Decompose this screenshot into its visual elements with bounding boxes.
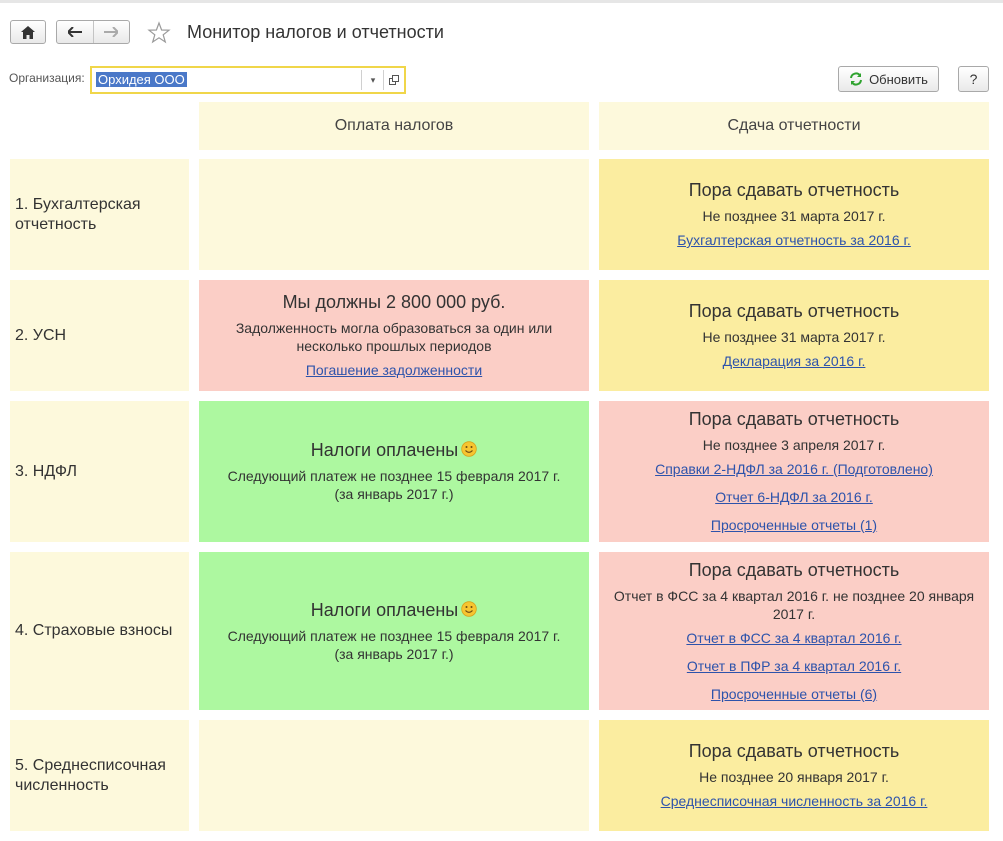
overdue-reports-link[interactable]: Просроченные отчеты (6) [711,685,877,703]
organization-label: Организация: [9,71,85,85]
organization-field[interactable]: Орхидея ООО ▾ [90,66,406,94]
tax-status-line: Налоги оплачены [311,600,478,621]
report-deadline: Не позднее 3 апреля 2017 г. [702,437,886,453]
refresh-button[interactable]: Обновить [838,66,939,92]
report-link-declaration-2016[interactable]: Декларация за 2016 г. [723,352,866,370]
report-deadline: Не позднее 20 января 2017 г. [699,769,889,785]
row-label-headcount: 5. Среднесписочная численность [10,720,189,831]
report-status: Пора сдавать отчетность [688,409,900,429]
help-button[interactable]: ? [958,66,989,92]
field-divider [361,70,362,90]
tax-status-line: Налоги оплачены [311,440,478,461]
window-top-border [0,0,1003,3]
open-icon[interactable] [387,72,401,88]
smiley-icon [461,441,477,457]
report-status: Пора сдавать отчетность [688,741,900,761]
row-label-usn: 2. УСН [10,280,189,391]
favorite-star-button[interactable] [147,21,171,45]
report-status: Пора сдавать отчетность [688,559,900,580]
arrow-left-icon [67,27,82,37]
report-link-pfr[interactable]: Отчет в ПФР за 4 квартал 2016 г. [687,657,901,675]
star-icon [147,21,171,44]
reports-cell-usn: Пора сдавать отчетность Не позднее 31 ма… [599,280,989,391]
arrow-right-icon [104,27,119,37]
report-deadline: Не позднее 31 марта 2017 г. [702,208,886,224]
page-title: Монитор налогов и отчетности [187,22,444,42]
report-status: Пора сдавать отчетность [688,180,900,200]
back-button[interactable] [57,21,93,43]
taxes-cell-accounting [199,159,589,270]
report-link-headcount-2016[interactable]: Среднесписочная численность за 2016 г. [661,792,928,810]
reports-cell-ndfl: Пора сдавать отчетность Не позднее 3 апр… [599,401,989,542]
tax-note: Следующий платеж не позднее 15 февраля 2… [227,627,561,662]
report-status: Пора сдавать отчетность [688,301,900,321]
report-deadline: Не позднее 31 марта 2017 г. [702,329,886,345]
reports-cell-insurance: Пора сдавать отчетность Отчет в ФСС за 4… [599,552,989,710]
home-icon [21,25,35,39]
tax-status: Мы должны 2 800 000 руб. [282,292,506,312]
tax-note: Следующий платеж не позднее 15 февраля 2… [227,468,561,502]
row-label-accounting: 1. Бухгалтерская отчетность [10,159,189,270]
forward-button[interactable] [92,21,130,43]
report-link-6ndfl[interactable]: Отчет 6-НДФЛ за 2016 г. [715,488,873,506]
overdue-reports-link[interactable]: Просроченные отчеты (1) [711,516,877,534]
smiley-icon [461,600,477,617]
column-header-taxes: Оплата налогов [199,102,589,150]
home-button[interactable] [10,20,46,44]
row-label-insurance: 4. Страховые взносы [10,552,189,710]
column-header-reports: Сдача отчетности [599,102,989,150]
report-link-accounting-2016[interactable]: Бухгалтерская отчетность за 2016 г. [677,231,911,249]
report-deadline: Отчет в ФСС за 4 квартал 2016 г. не позд… [613,587,975,622]
taxes-cell-headcount [199,720,589,831]
taxes-cell-ndfl: Налоги оплачены Следующий платеж не позд… [199,401,589,542]
tax-note: Задолженность могла образоваться за один… [235,320,553,354]
navigation-buttons [56,20,130,44]
reports-cell-accounting: Пора сдавать отчетность Не позднее 31 ма… [599,159,989,270]
taxes-cell-insurance: Налоги оплачены Следующий платеж не позд… [199,552,589,710]
refresh-label: Обновить [869,71,928,87]
row-label-ndfl: 3. НДФЛ [10,401,189,542]
dropdown-icon[interactable]: ▾ [366,72,380,88]
field-divider [383,70,384,90]
reports-cell-headcount: Пора сдавать отчетность Не позднее 20 ян… [599,720,989,831]
refresh-icon [850,72,863,86]
report-link-2ndfl[interactable]: Справки 2-НДФЛ за 2016 г. (Подготовлено) [655,460,933,478]
tax-status: Налоги оплачены [310,599,459,620]
tax-status: Налоги оплачены [310,440,459,460]
debt-repayment-link[interactable]: Погашение задолженности [306,361,482,379]
organization-value[interactable]: Орхидея ООО [96,72,187,87]
report-link-fss[interactable]: Отчет в ФСС за 4 квартал 2016 г. [686,629,901,647]
taxes-cell-usn: Мы должны 2 800 000 руб. Задолженность м… [199,280,589,391]
